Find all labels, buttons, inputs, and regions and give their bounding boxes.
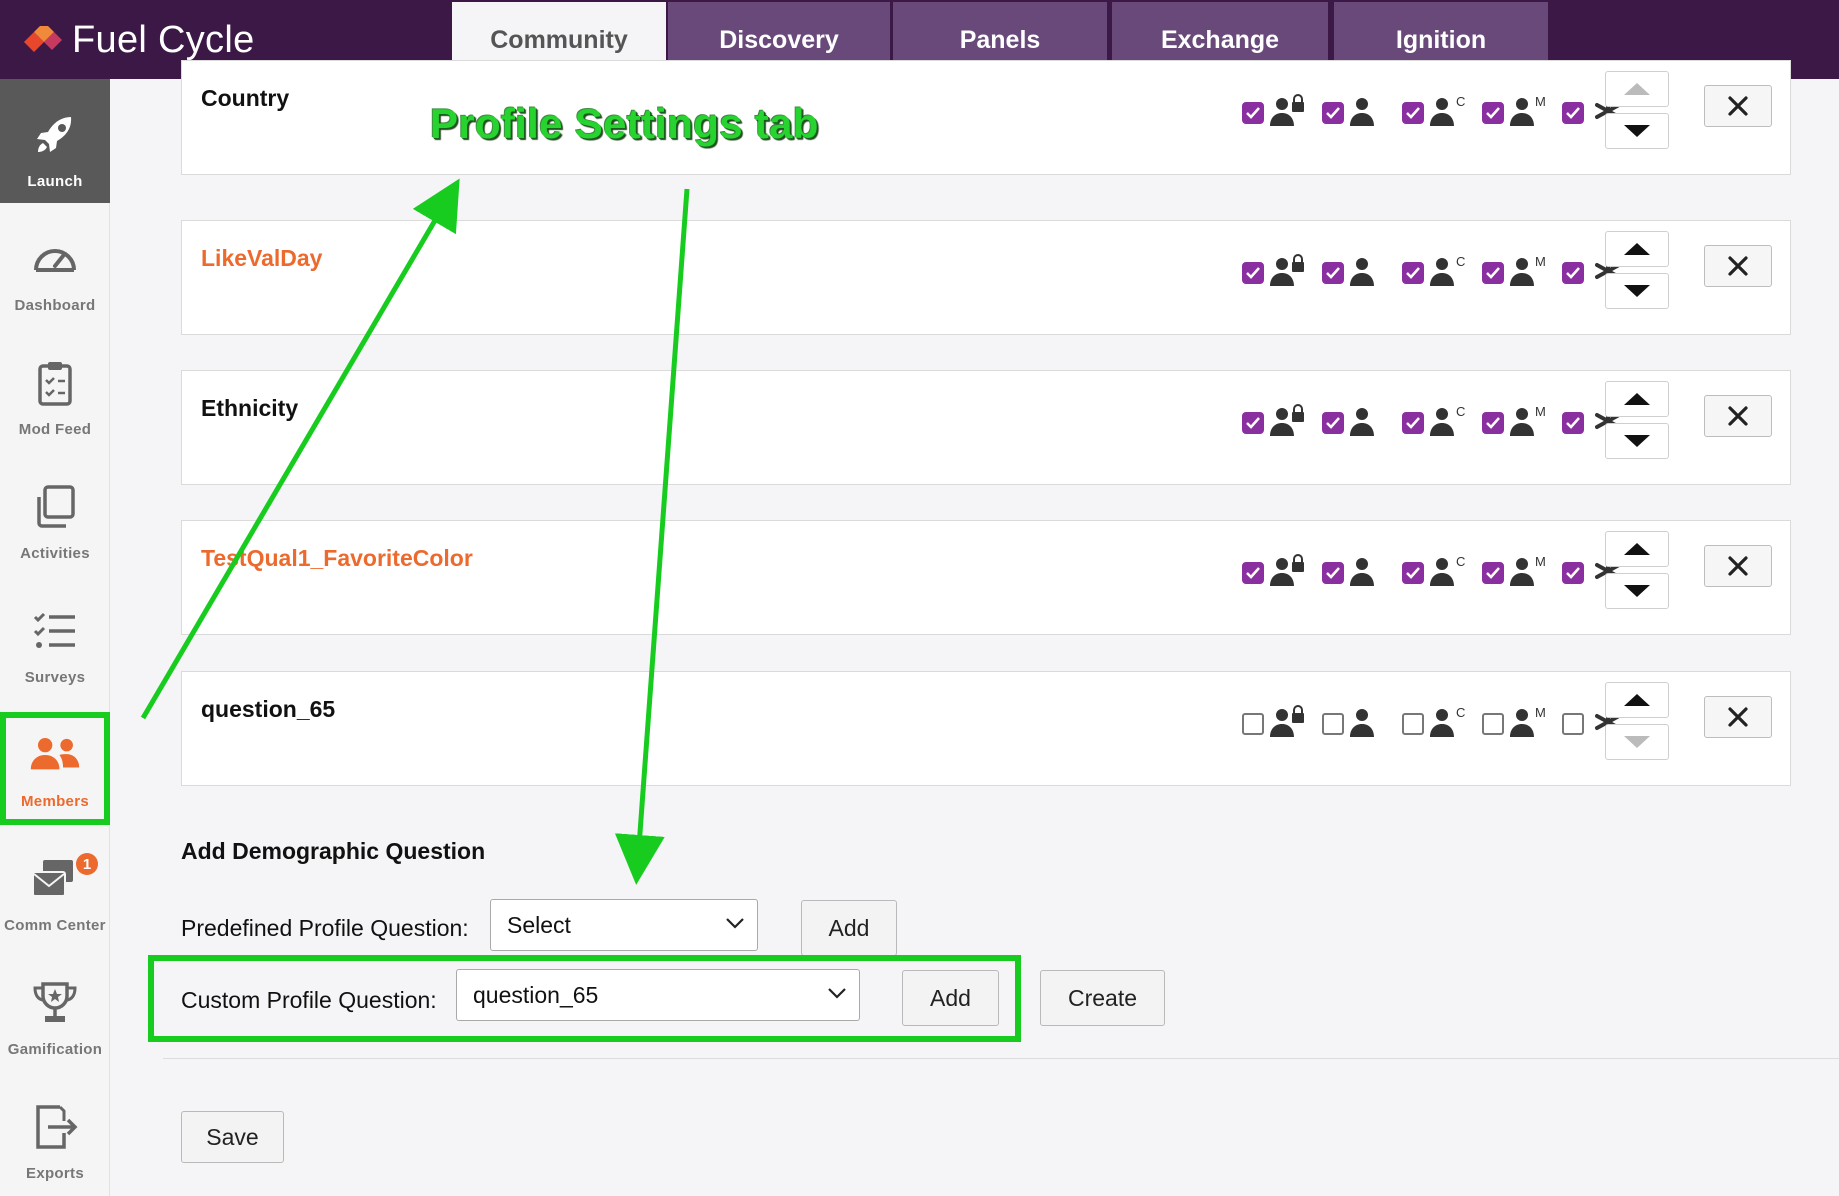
arrow-to-add-section (614, 188, 690, 885)
annotation-arrows (140, 178, 690, 885)
arrow-to-tab-label (140, 178, 460, 720)
